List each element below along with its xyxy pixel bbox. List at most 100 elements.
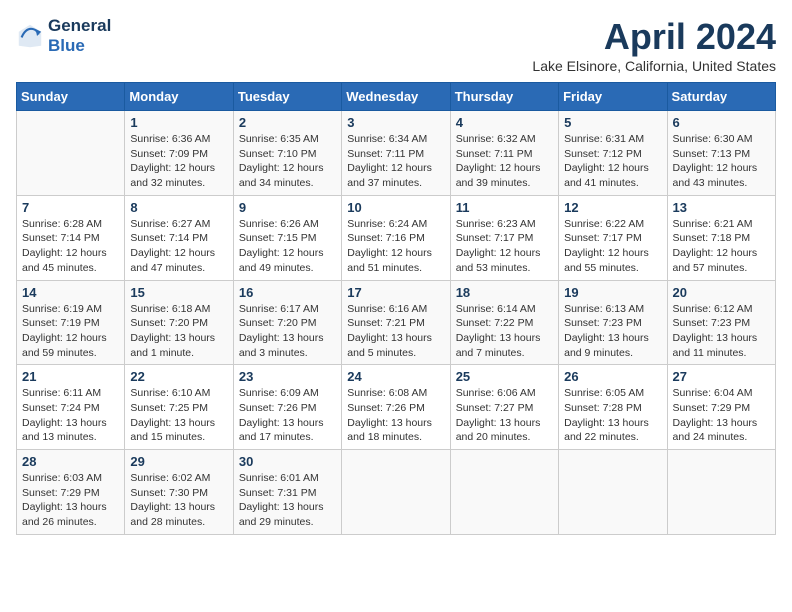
calendar-cell: 1 Sunrise: 6:36 AMSunset: 7:09 PMDaylight… bbox=[125, 111, 233, 196]
day-info: Sunrise: 6:01 AMSunset: 7:31 PMDaylight:… bbox=[239, 471, 336, 530]
day-number: 15 bbox=[130, 285, 227, 300]
header-monday: Monday bbox=[125, 83, 233, 111]
calendar-week-2: 7 Sunrise: 6:28 AMSunset: 7:14 PMDaylight… bbox=[17, 195, 776, 280]
day-number: 17 bbox=[347, 285, 444, 300]
day-number: 3 bbox=[347, 115, 444, 130]
page-header: General Blue April 2024 Lake Elsinore, C… bbox=[16, 16, 776, 74]
calendar-cell: 14 Sunrise: 6:19 AMSunset: 7:19 PMDayligh… bbox=[17, 280, 125, 365]
day-info: Sunrise: 6:09 AMSunset: 7:26 PMDaylight:… bbox=[239, 386, 336, 445]
day-info: Sunrise: 6:13 AMSunset: 7:23 PMDaylight:… bbox=[564, 302, 661, 361]
day-info: Sunrise: 6:34 AMSunset: 7:11 PMDaylight:… bbox=[347, 132, 444, 191]
day-number: 11 bbox=[456, 200, 553, 215]
day-info: Sunrise: 6:19 AMSunset: 7:19 PMDaylight:… bbox=[22, 302, 119, 361]
calendar-cell: 24 Sunrise: 6:08 AMSunset: 7:26 PMDayligh… bbox=[342, 365, 450, 450]
calendar-cell: 29 Sunrise: 6:02 AMSunset: 7:30 PMDayligh… bbox=[125, 450, 233, 535]
calendar-cell: 15Sunrise: 6:18 AMSunset: 7:20 PMDayligh… bbox=[125, 280, 233, 365]
calendar-cell: 16Sunrise: 6:17 AMSunset: 7:20 PMDayligh… bbox=[233, 280, 341, 365]
day-number: 24 bbox=[347, 369, 444, 384]
day-number: 1 bbox=[130, 115, 227, 130]
day-number: 8 bbox=[130, 200, 227, 215]
calendar-cell bbox=[667, 450, 775, 535]
header-tuesday: Tuesday bbox=[233, 83, 341, 111]
day-number: 16 bbox=[239, 285, 336, 300]
logo-text: General Blue bbox=[48, 16, 111, 56]
day-info: Sunrise: 6:27 AMSunset: 7:14 PMDaylight:… bbox=[130, 217, 227, 276]
day-number: 23 bbox=[239, 369, 336, 384]
calendar-week-1: 1 Sunrise: 6:36 AMSunset: 7:09 PMDaylight… bbox=[17, 111, 776, 196]
day-number: 26 bbox=[564, 369, 661, 384]
calendar-cell: 10 Sunrise: 6:24 AMSunset: 7:16 PMDayligh… bbox=[342, 195, 450, 280]
calendar-cell bbox=[450, 450, 558, 535]
day-info: Sunrise: 6:16 AMSunset: 7:21 PMDaylight:… bbox=[347, 302, 444, 361]
day-info: Sunrise: 6:36 AMSunset: 7:09 PMDaylight:… bbox=[130, 132, 227, 191]
calendar-cell: 26 Sunrise: 6:05 AMSunset: 7:28 PMDayligh… bbox=[559, 365, 667, 450]
calendar-cell: 5 Sunrise: 6:31 AMSunset: 7:12 PMDaylight… bbox=[559, 111, 667, 196]
calendar-cell: 23 Sunrise: 6:09 AMSunset: 7:26 PMDayligh… bbox=[233, 365, 341, 450]
day-number: 30 bbox=[239, 454, 336, 469]
day-info: Sunrise: 6:06 AMSunset: 7:27 PMDaylight:… bbox=[456, 386, 553, 445]
day-number: 9 bbox=[239, 200, 336, 215]
day-info: Sunrise: 6:28 AMSunset: 7:14 PMDaylight:… bbox=[22, 217, 119, 276]
day-number: 14 bbox=[22, 285, 119, 300]
calendar-cell: 27Sunrise: 6:04 AMSunset: 7:29 PMDayligh… bbox=[667, 365, 775, 450]
calendar-cell: 18Sunrise: 6:14 AMSunset: 7:22 PMDayligh… bbox=[450, 280, 558, 365]
day-number: 28 bbox=[22, 454, 119, 469]
day-number: 12 bbox=[564, 200, 661, 215]
day-info: Sunrise: 6:21 AMSunset: 7:18 PMDaylight:… bbox=[673, 217, 770, 276]
calendar-cell: 11 Sunrise: 6:23 AMSunset: 7:17 PMDayligh… bbox=[450, 195, 558, 280]
day-number: 13 bbox=[673, 200, 770, 215]
calendar-cell: 7 Sunrise: 6:28 AMSunset: 7:14 PMDaylight… bbox=[17, 195, 125, 280]
day-number: 25 bbox=[456, 369, 553, 384]
day-number: 7 bbox=[22, 200, 119, 215]
logo-icon bbox=[16, 22, 44, 50]
title-block: April 2024 Lake Elsinore, California, Un… bbox=[532, 16, 776, 74]
day-info: Sunrise: 6:14 AMSunset: 7:22 PMDaylight:… bbox=[456, 302, 553, 361]
day-info: Sunrise: 6:24 AMSunset: 7:16 PMDaylight:… bbox=[347, 217, 444, 276]
location-title: Lake Elsinore, California, United States bbox=[532, 58, 776, 74]
calendar-cell: 20 Sunrise: 6:12 AMSunset: 7:23 PMDayligh… bbox=[667, 280, 775, 365]
day-info: Sunrise: 6:10 AMSunset: 7:25 PMDaylight:… bbox=[130, 386, 227, 445]
calendar-week-4: 21Sunrise: 6:11 AMSunset: 7:24 PMDayligh… bbox=[17, 365, 776, 450]
calendar-cell bbox=[17, 111, 125, 196]
day-number: 10 bbox=[347, 200, 444, 215]
day-info: Sunrise: 6:08 AMSunset: 7:26 PMDaylight:… bbox=[347, 386, 444, 445]
day-number: 20 bbox=[673, 285, 770, 300]
day-info: Sunrise: 6:11 AMSunset: 7:24 PMDaylight:… bbox=[22, 386, 119, 445]
day-info: Sunrise: 6:12 AMSunset: 7:23 PMDaylight:… bbox=[673, 302, 770, 361]
header-sunday: Sunday bbox=[17, 83, 125, 111]
day-info: Sunrise: 6:04 AMSunset: 7:29 PMDaylight:… bbox=[673, 386, 770, 445]
day-info: Sunrise: 6:35 AMSunset: 7:10 PMDaylight:… bbox=[239, 132, 336, 191]
calendar-cell: 19Sunrise: 6:13 AMSunset: 7:23 PMDayligh… bbox=[559, 280, 667, 365]
calendar-cell: 6 Sunrise: 6:30 AMSunset: 7:13 PMDaylight… bbox=[667, 111, 775, 196]
header-thursday: Thursday bbox=[450, 83, 558, 111]
day-info: Sunrise: 6:30 AMSunset: 7:13 PMDaylight:… bbox=[673, 132, 770, 191]
calendar-cell: 17 Sunrise: 6:16 AMSunset: 7:21 PMDayligh… bbox=[342, 280, 450, 365]
header-saturday: Saturday bbox=[667, 83, 775, 111]
calendar-cell: 21Sunrise: 6:11 AMSunset: 7:24 PMDayligh… bbox=[17, 365, 125, 450]
day-number: 5 bbox=[564, 115, 661, 130]
calendar-cell: 22Sunrise: 6:10 AMSunset: 7:25 PMDayligh… bbox=[125, 365, 233, 450]
logo: General Blue bbox=[16, 16, 111, 56]
calendar-cell: 30 Sunrise: 6:01 AMSunset: 7:31 PMDayligh… bbox=[233, 450, 341, 535]
calendar-table: SundayMondayTuesdayWednesdayThursdayFrid… bbox=[16, 82, 776, 535]
day-info: Sunrise: 6:02 AMSunset: 7:30 PMDaylight:… bbox=[130, 471, 227, 530]
day-number: 4 bbox=[456, 115, 553, 130]
calendar-cell: 3 Sunrise: 6:34 AMSunset: 7:11 PMDaylight… bbox=[342, 111, 450, 196]
day-number: 29 bbox=[130, 454, 227, 469]
calendar-cell: 9Sunrise: 6:26 AMSunset: 7:15 PMDaylight… bbox=[233, 195, 341, 280]
day-number: 6 bbox=[673, 115, 770, 130]
calendar-cell: 12 Sunrise: 6:22 AMSunset: 7:17 PMDayligh… bbox=[559, 195, 667, 280]
day-info: Sunrise: 6:03 AMSunset: 7:29 PMDaylight:… bbox=[22, 471, 119, 530]
calendar-cell: 25 Sunrise: 6:06 AMSunset: 7:27 PMDayligh… bbox=[450, 365, 558, 450]
day-info: Sunrise: 6:05 AMSunset: 7:28 PMDaylight:… bbox=[564, 386, 661, 445]
day-info: Sunrise: 6:23 AMSunset: 7:17 PMDaylight:… bbox=[456, 217, 553, 276]
day-info: Sunrise: 6:32 AMSunset: 7:11 PMDaylight:… bbox=[456, 132, 553, 191]
day-info: Sunrise: 6:31 AMSunset: 7:12 PMDaylight:… bbox=[564, 132, 661, 191]
calendar-header-row: SundayMondayTuesdayWednesdayThursdayFrid… bbox=[17, 83, 776, 111]
calendar-cell bbox=[342, 450, 450, 535]
calendar-week-3: 14 Sunrise: 6:19 AMSunset: 7:19 PMDayligh… bbox=[17, 280, 776, 365]
calendar-cell: 4 Sunrise: 6:32 AMSunset: 7:11 PMDaylight… bbox=[450, 111, 558, 196]
header-friday: Friday bbox=[559, 83, 667, 111]
month-title: April 2024 bbox=[532, 16, 776, 58]
day-info: Sunrise: 6:22 AMSunset: 7:17 PMDaylight:… bbox=[564, 217, 661, 276]
